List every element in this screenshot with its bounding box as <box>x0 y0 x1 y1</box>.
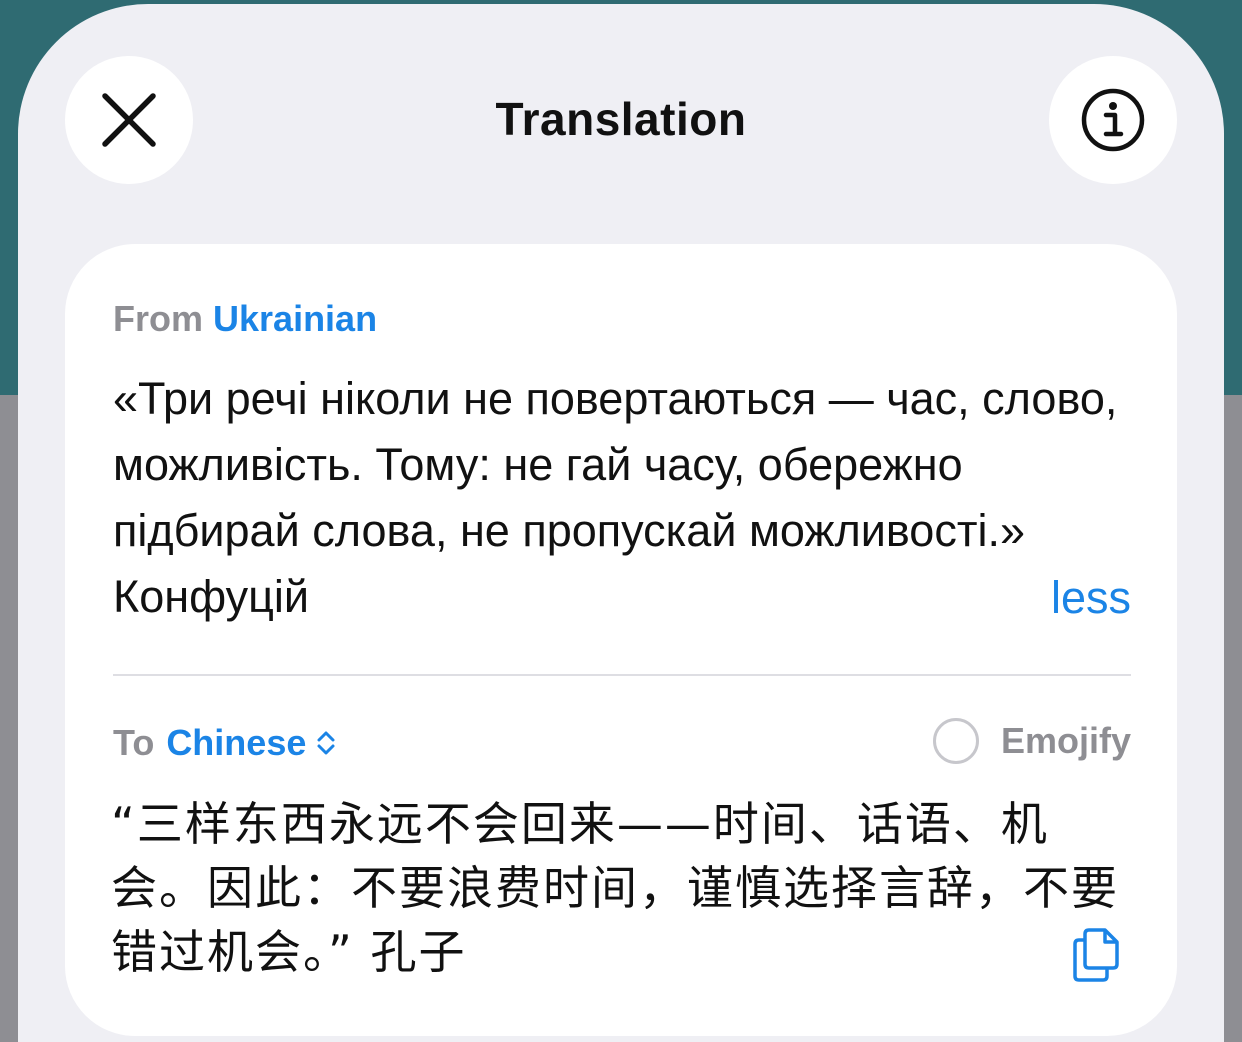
info-icon <box>1081 88 1145 152</box>
copy-button[interactable] <box>1067 924 1127 989</box>
emojify-toggle[interactable]: Emojify <box>932 718 1131 764</box>
source-language-button[interactable]: Ukrainian <box>213 298 377 339</box>
target-language-button[interactable]: Chinese <box>166 722 306 764</box>
emojify-radio[interactable] <box>932 718 979 764</box>
info-button[interactable] <box>1049 56 1177 184</box>
chevron-up-down-icon[interactable] <box>316 728 336 758</box>
target-language-row: To Chinese <box>113 722 336 764</box>
source-text: «Три речі ніколи не повертаються — час, … <box>113 373 1118 622</box>
translated-text: “三样东西永远不会回来——时间、话语、机会。因此：不要浪费时间，谨慎选择言辞，不… <box>111 797 1119 979</box>
translation-card: From Ukrainian «Три речі ніколи не повер… <box>65 244 1177 1036</box>
to-label: To <box>113 722 155 763</box>
less-button[interactable]: less <box>1051 572 1131 624</box>
from-label: From <box>113 298 203 339</box>
translation-sheet: Translation From Ukrainian «Три речі нік… <box>18 4 1224 1042</box>
page-title: Translation <box>495 93 747 145</box>
divider <box>113 674 1131 676</box>
source-language-row: From Ukrainian <box>113 298 377 340</box>
copy-icon <box>1073 928 1119 982</box>
emojify-label: Emojify <box>1000 720 1131 761</box>
